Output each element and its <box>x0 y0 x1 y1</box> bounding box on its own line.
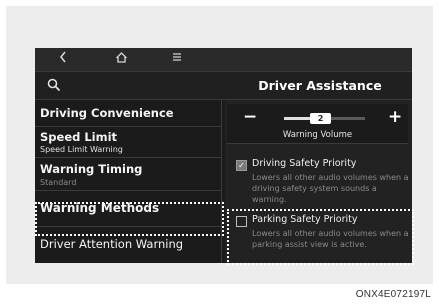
settings-sidebar: Driving Convenience Speed Limit Speed Li… <box>35 100 222 263</box>
sidebar-item-driving-convenience[interactable]: Driving Convenience <box>35 100 221 127</box>
page-title: Driver Assistance <box>258 78 382 93</box>
option-description: Lowers all other audio volumes when a pa… <box>252 229 409 249</box>
volume-decrease-button[interactable]: − <box>243 108 257 126</box>
search-icon[interactable] <box>47 77 61 96</box>
parking-safety-priority-checkbox[interactable] <box>236 216 247 227</box>
sidebar-item-driver-attention-warning[interactable]: Driver Attention Warning <box>35 227 221 263</box>
sidebar-item-label: Warning Methods <box>40 201 160 215</box>
warning-volume-control: − 2 + Warning Volume <box>227 104 408 144</box>
sidebar-item-warning-timing[interactable]: Warning Timing Standard <box>35 158 221 191</box>
driving-safety-priority-option[interactable]: ✓ Driving Safety Priority Lowers all oth… <box>227 157 409 207</box>
sidebar-item-warning-methods[interactable]: Warning Methods <box>35 191 221 227</box>
sidebar-item-label: Driver Attention Warning <box>40 237 184 251</box>
back-chevron-icon[interactable] <box>59 51 67 68</box>
driving-safety-priority-checkbox[interactable]: ✓ <box>236 160 247 171</box>
volume-track-filled <box>284 117 310 120</box>
page-header: Driver Assistance <box>35 72 412 100</box>
option-description: Lowers all other audio volumes when a dr… <box>252 173 409 204</box>
volume-increase-button[interactable]: + <box>388 108 402 126</box>
home-icon[interactable] <box>115 51 128 68</box>
sidebar-item-label: Warning Timing <box>40 162 143 176</box>
settings-panel: − 2 + Warning Volume ✓ Driving Safety Pr… <box>225 100 412 263</box>
option-title: Parking Safety Priority <box>252 214 358 225</box>
figure-code: ONX4E072197L <box>355 289 431 300</box>
infotainment-screen: Driver Assistance Driving Convenience Sp… <box>35 48 412 263</box>
volume-label: Warning Volume <box>282 130 353 140</box>
sidebar-item-value: Speed Limit Warning <box>40 145 123 154</box>
top-nav-bar <box>35 48 412 72</box>
parking-safety-priority-option[interactable]: Parking Safety Priority Lowers all other… <box>227 213 409 263</box>
option-title: Driving Safety Priority <box>252 158 357 169</box>
volume-slider-handle[interactable]: 2 <box>310 113 331 124</box>
sidebar-item-label: Driving Convenience <box>40 106 174 120</box>
sidebar-item-speed-limit[interactable]: Speed Limit Speed Limit Warning <box>35 127 221 158</box>
sidebar-item-label: Speed Limit <box>40 130 118 144</box>
volume-track-empty <box>331 117 365 120</box>
sidebar-item-value: Standard <box>40 178 77 187</box>
menu-icon[interactable] <box>172 51 182 67</box>
